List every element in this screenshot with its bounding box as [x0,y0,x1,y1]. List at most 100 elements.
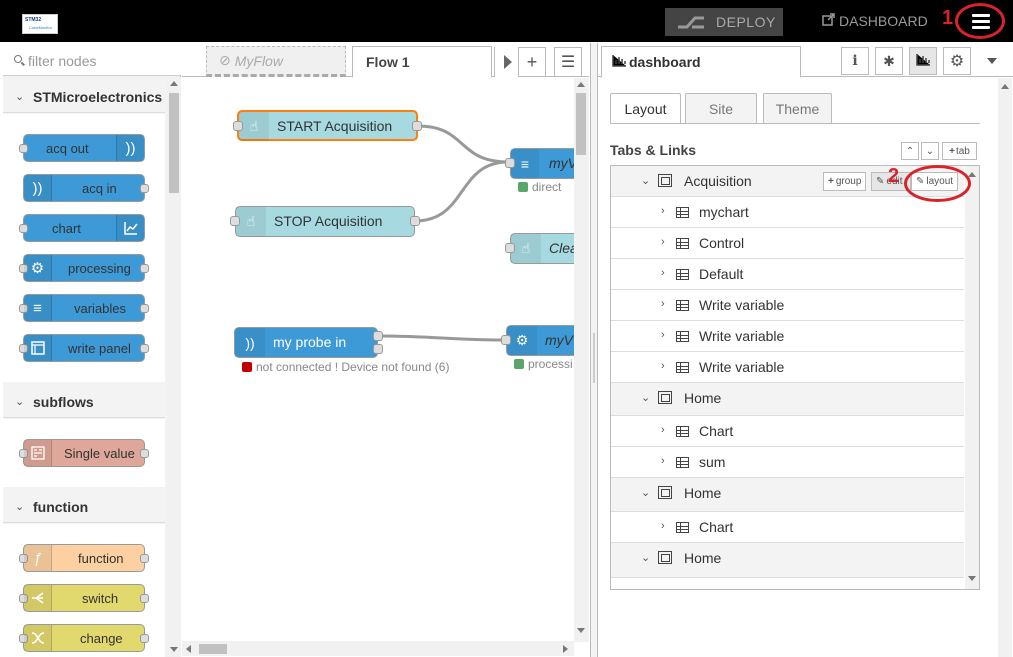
palette-node-variables[interactable]: ≡ variables [19,294,149,322]
debug-button[interactable]: ✱ [875,47,903,75]
tree-group-mychart[interactable]: › mychart [611,197,964,228]
scroll-up-arrow[interactable] [968,172,976,177]
tree-group-write-variable[interactable]: › Write variable [611,321,964,352]
node-label: acq in [82,180,117,196]
scroll-up-arrow[interactable] [170,81,178,86]
deploy-label: DEPLOY [716,14,776,30]
subflow-icon [24,440,52,466]
info-button[interactable]: i [841,47,869,75]
dashboard-link[interactable]: DASHBOARD [822,13,928,29]
inject-node-clear[interactable]: ☝ Clea [505,233,574,264]
bar-chart-icon [916,53,930,69]
subtab-site[interactable]: Site [685,93,757,123]
palette-node-acq-out[interactable]: acq out )) [19,134,145,162]
group-icon [676,362,689,373]
sidebar-scrollbar[interactable] [998,78,1012,657]
node-label: function [78,550,124,566]
tree-group-default[interactable]: › Default [611,259,964,290]
palette-category-function[interactable]: ⌄ function [3,491,165,523]
node-status-direct: direct [518,180,561,194]
flow-canvas[interactable]: ☝ START Acquisition ≡ myV direct ☝ STOP … [182,78,574,642]
sidebar-resize-handle[interactable] [590,43,598,657]
tree-group-write-variable[interactable]: › Write variable [611,290,964,321]
sidebar-menu-caret-icon[interactable] [987,58,997,64]
node-label: acq out [46,140,89,156]
palette-category-stmicroelectronics[interactable]: ⌄ STMicroelectronics [3,81,165,113]
processing-node-myv[interactable]: ⚙ myV [501,325,574,356]
tree-group-chart[interactable]: › Chart [611,416,964,447]
tree-tab-home[interactable]: ⌄ Home [611,478,964,512]
palette-node-change[interactable]: change [19,624,149,652]
panel-icon [24,335,52,361]
change-icon [24,625,52,651]
node-output-port [140,449,149,458]
scroll-down-arrow[interactable] [170,647,178,652]
palette-scrollbar[interactable] [167,77,181,657]
node-label: myV [549,155,574,171]
flow-list-button[interactable]: ☰ [554,47,582,77]
tab-dashboard[interactable]: dashboard [601,46,801,78]
category-label: STMicroelectronics [33,89,163,105]
tree-group-control[interactable]: › Control [611,228,964,259]
deploy-button[interactable]: DEPLOY [665,8,783,36]
add-tab-button[interactable]: + tab [942,142,977,160]
node-input-port [505,243,515,253]
dashboard-button[interactable] [909,47,937,75]
scroll-left-arrow[interactable] [186,645,191,653]
scroll-down-arrow[interactable] [968,576,976,581]
status-dot [518,182,528,192]
palette-node-acq-in[interactable]: )) acq in [23,174,149,202]
tab-flow-1[interactable]: Flow 1 [352,46,492,78]
palette-node-processing[interactable]: ⚙ processing [19,254,149,282]
scroll-up-arrow[interactable] [1001,84,1009,89]
tree-tab-home[interactable]: ⌄ Home [611,383,964,416]
add-flow-button[interactable]: + [518,47,546,77]
variables-node-myv[interactable]: ≡ myV [505,148,574,179]
palette-node-switch[interactable]: switch [19,584,149,612]
tab-scroll-right-button[interactable] [494,47,520,77]
palette-node-single-value[interactable]: Single value [19,439,149,467]
plus-icon: + [828,176,834,187]
expand-all-button[interactable]: ⌄ [921,142,939,160]
node-output-port [140,594,149,603]
tree-scrollbar[interactable] [965,166,979,589]
inject-node-stop[interactable]: ☝ STOP Acquisition [230,206,420,237]
add-group-button[interactable]: + group [823,172,867,191]
subtab-layout[interactable]: Layout [610,93,681,124]
chevron-right-icon: › [661,520,665,532]
scroll-down-arrow[interactable] [577,628,585,633]
tree-label: Write variable [699,359,785,375]
collapse-all-button[interactable]: ⌃ [901,142,919,160]
node-label: myV [545,332,573,348]
workspace-tab-bar: ⊘ MyFlow Flow 1 + ☰ [182,43,589,78]
tree-label: mychart [699,204,749,220]
scrollbar-thumb[interactable] [199,644,227,654]
node-output-port [140,304,149,313]
palette-node-function[interactable]: ƒ function [19,544,149,572]
hand-pointer-icon: ☝ [239,112,269,141]
tab-myflow[interactable]: ⊘ MyFlow [206,46,346,77]
tree-group-sum[interactable]: › sum [611,447,964,478]
scrollbar-thumb[interactable] [169,93,179,193]
config-button[interactable]: ⚙ [943,47,971,75]
bug-icon: ✱ [883,52,895,69]
tree-group-write-variable[interactable]: › Write variable [611,352,964,383]
canvas-horizontal-scrollbar[interactable] [182,641,574,656]
palette-node-chart[interactable]: chart [19,214,145,242]
canvas-vertical-scrollbar[interactable] [574,78,589,642]
scroll-right-arrow[interactable] [563,645,568,653]
palette-category-subflows[interactable]: ⌄ subflows [3,386,165,418]
palette-search[interactable]: filter nodes [3,43,181,76]
subtab-theme[interactable]: Theme [763,93,832,123]
palette-node-write-panel[interactable]: write panel [19,334,149,362]
search-input[interactable]: filter nodes [28,53,96,69]
inject-node-start[interactable]: ☝ START Acquisition [233,110,422,141]
sidebar-tab-bar: dashboard i ✱ ⚙ [598,43,1013,78]
tree-tab-home[interactable]: ⌄ Home [611,543,964,578]
tree-group-chart[interactable]: › Chart [611,512,964,543]
scrollbar-thumb[interactable] [576,93,586,155]
node-output-port [140,184,149,193]
acq-in-node-my-probe[interactable]: )) my probe in [234,327,383,358]
node-input-port [230,216,240,226]
scroll-up-arrow[interactable] [577,82,585,87]
